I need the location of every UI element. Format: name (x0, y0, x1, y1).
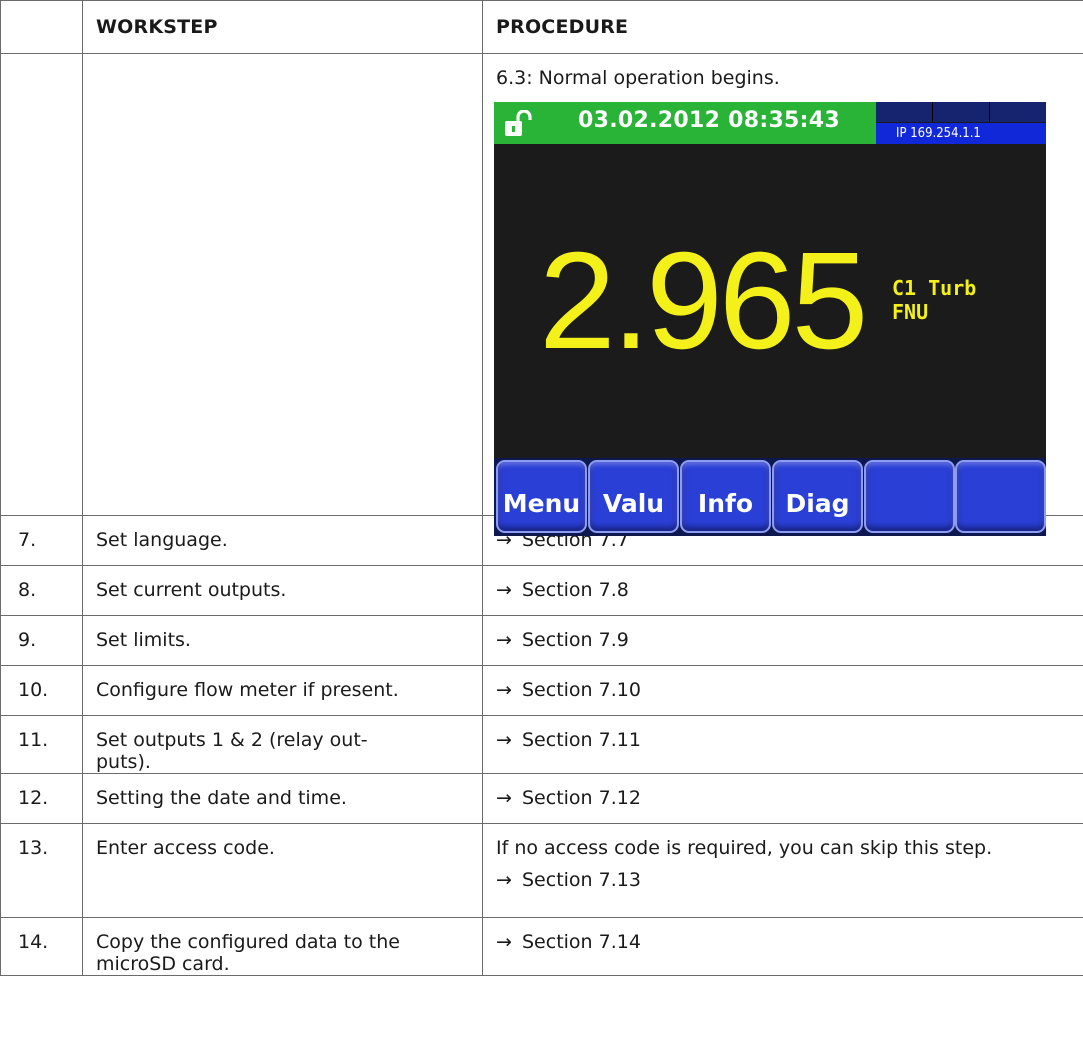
ip-address-bar: IP 169.254.1.1 (876, 123, 1046, 144)
section-ref: Section 7.14 (522, 931, 641, 953)
table-row: 12. Setting the date and time. → Section … (0, 773, 1083, 824)
softkey-blank-5[interactable] (864, 460, 955, 533)
table-row: 8. Set current outputs. → Section 7.8 (0, 565, 1083, 616)
measurement-unit: FNU (892, 300, 929, 324)
arrow-right-icon: → (496, 629, 512, 651)
softkey-bar: Menu Valu Info Diag (494, 458, 1046, 536)
workstep-cell (82, 53, 483, 516)
table-row: 13. Enter access code. If no access code… (0, 823, 1083, 918)
header-procedure: PROCEDURE (482, 0, 1083, 54)
section-ref: Section 7.8 (522, 579, 629, 601)
screen-caption: 6.3: Normal operation begins. (496, 67, 780, 89)
device-screen: 03.02.2012 08:35:43 IP 169.254.1.1 2.965… (494, 102, 1046, 536)
step-number: 14. (18, 931, 49, 953)
section-ref: Section 7.11 (522, 729, 641, 751)
workstep-text: Configure flow meter if present. (96, 679, 399, 701)
workstep-text: Set outputs 1 & 2 (relay out-puts). (96, 729, 368, 773)
number-cell (0, 53, 83, 516)
section-ref: Section 7.10 (522, 679, 641, 701)
table-row: 9. Set limits. → Section 7.9 (0, 615, 1083, 666)
step-number: 7. (18, 529, 37, 551)
workstep-text: Copy the configured data to the microSD c… (96, 931, 400, 975)
table-row: 11. Set outputs 1 & 2 (relay out-puts). … (0, 715, 1083, 774)
section-ref: Section 7.9 (522, 629, 629, 651)
ip-address: IP 169.254.1.1 (896, 126, 981, 141)
softkey-blank-6[interactable] (955, 460, 1046, 533)
channel-label: C1 Turb FNU (892, 276, 976, 324)
procedure-note: If no access code is required, you can s… (496, 837, 993, 859)
arrow-right-icon: → (496, 579, 512, 601)
status-indicator-boxes (876, 102, 1046, 122)
header-number (0, 0, 83, 54)
arrow-right-icon: → (496, 787, 512, 809)
workstep-text: Set current outputs. (96, 579, 287, 601)
workstep-text: Set limits. (96, 629, 191, 651)
step-number: 10. (18, 679, 49, 701)
workstep-text: Setting the date and time. (96, 787, 347, 809)
softkey-diagnostics[interactable]: Diag (772, 460, 863, 533)
step-number: 9. (18, 629, 37, 651)
softkey-menu[interactable]: Menu (496, 460, 587, 533)
status-datetime: 03.02.2012 08:35:43 (578, 108, 840, 133)
arrow-right-icon: → (496, 679, 512, 701)
workstep-text: Set language. (96, 529, 228, 551)
table-header-row: WORKSTEP PROCEDURE (0, 0, 1083, 54)
unlocked-padlock-icon (505, 110, 532, 136)
step-number: 12. (18, 787, 49, 809)
section-ref: Section 7.12 (522, 787, 641, 809)
header-workstep: WORKSTEP (82, 0, 483, 54)
step-number: 8. (18, 579, 37, 601)
softkey-info[interactable]: Info (680, 460, 771, 533)
channel-parameter: C1 Turb (892, 276, 977, 300)
workstep-text: Enter access code. (96, 837, 275, 859)
arrow-right-icon: → (496, 729, 512, 751)
arrow-right-icon: → (496, 869, 512, 891)
step-number: 11. (18, 729, 49, 751)
table-row: 14. Copy the configured data to the micro… (0, 917, 1083, 976)
status-bar: 03.02.2012 08:35:43 (494, 102, 876, 144)
softkey-values[interactable]: Valu (588, 460, 679, 533)
measured-value: 2.965 (539, 224, 868, 378)
section-ref: Section 7.13 (522, 869, 641, 891)
arrow-right-icon: → (496, 931, 512, 953)
table-row: 10. Configure flow meter if present. → Se… (0, 665, 1083, 716)
step-number: 13. (18, 837, 49, 859)
